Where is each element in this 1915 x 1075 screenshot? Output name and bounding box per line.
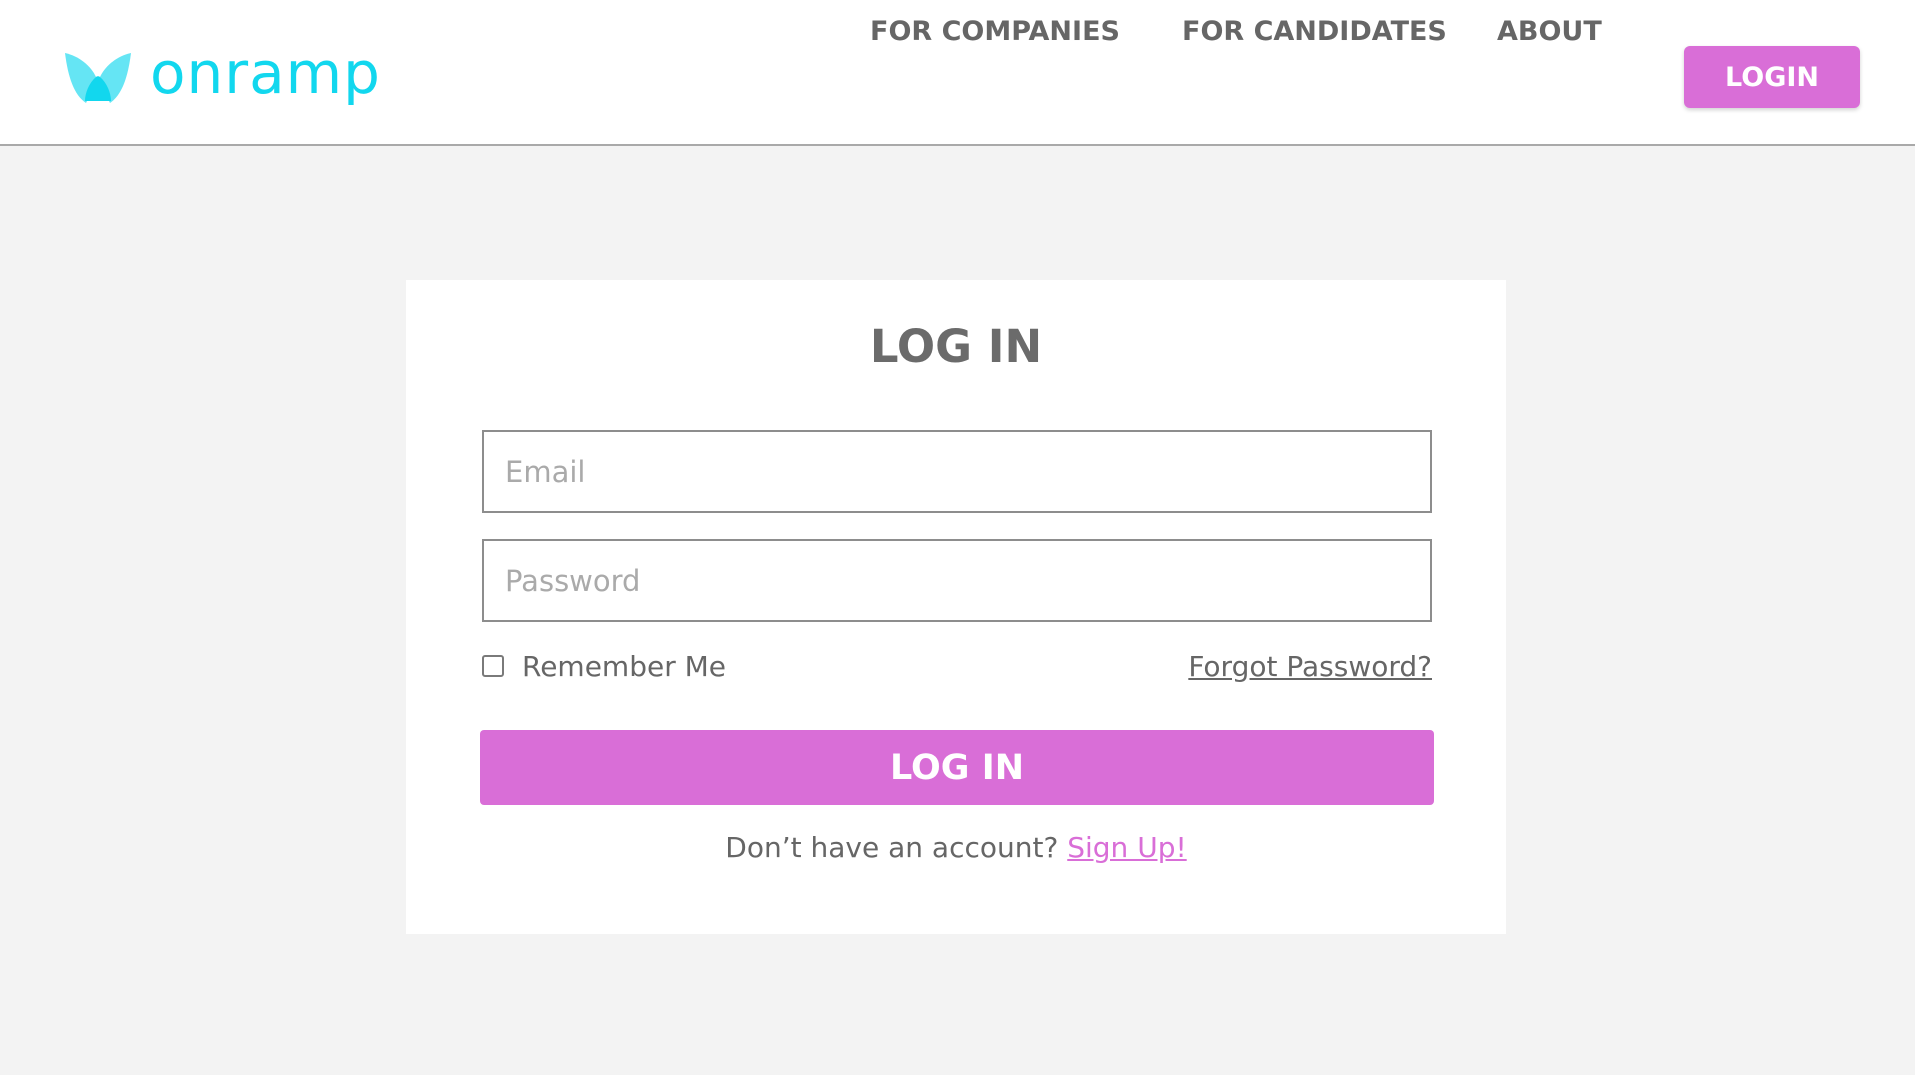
login-card: LOG IN Remember Me Forgot Password? LOG … [406,280,1506,934]
remember-me-checkbox[interactable] [482,655,504,677]
header-login-button[interactable]: LOGIN [1684,46,1860,108]
login-title: LOG IN [869,320,1043,373]
signup-link[interactable]: Sign Up! [1067,831,1186,864]
nav-for-companies[interactable]: FOR COMPANIES [870,0,1120,62]
password-field[interactable] [482,539,1432,622]
nav-about[interactable]: ABOUT [1497,0,1602,62]
nav-for-candidates[interactable]: FOR CANDIDATES [1182,0,1447,62]
signup-prompt: Don’t have an account? [725,831,1059,864]
site-header: onramp FOR COMPANIES FOR CANDIDATES ABOU… [0,0,1915,146]
remember-me-label: Remember Me [522,649,726,683]
butterfly-wings-icon [65,53,131,103]
email-field[interactable] [482,430,1432,513]
login-submit-button[interactable]: LOG IN [480,730,1434,805]
forgot-password-link[interactable]: Forgot Password? [1188,648,1432,684]
brand-name: onramp [150,39,381,107]
signup-row: Don’t have an account? Sign Up! [406,831,1506,864]
site-logo[interactable]: onramp [65,44,381,112]
remember-me[interactable]: Remember Me [482,648,726,684]
